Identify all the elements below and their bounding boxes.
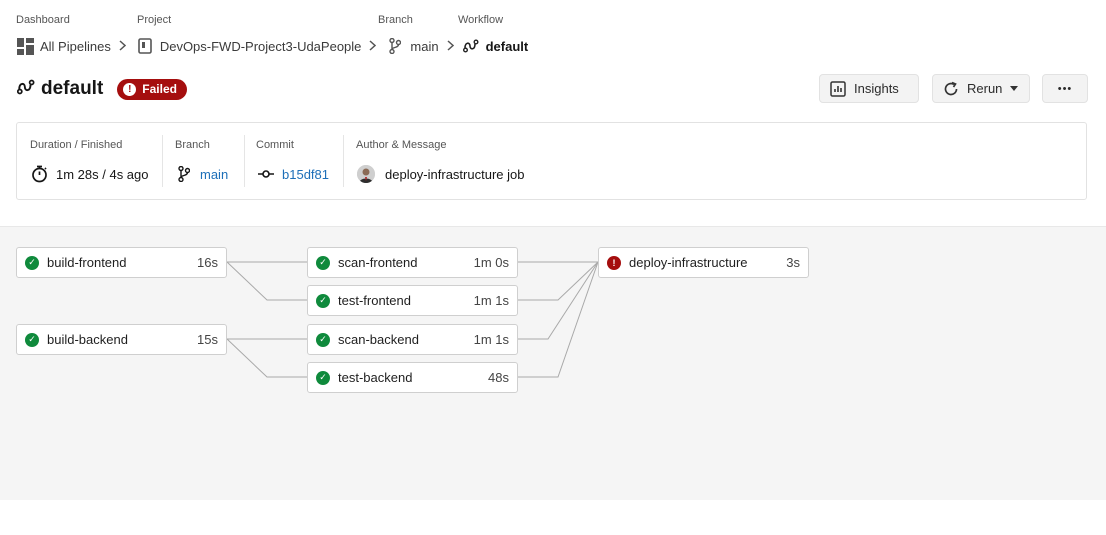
chevron-right-icon [119,38,126,54]
divider [343,135,344,187]
divider [244,135,245,187]
branch-icon [386,37,404,55]
commit-message: deploy-infrastructure job [385,166,525,182]
edge [518,261,599,378]
duration-value: 1m 28s / 4s ago [56,166,149,182]
commit-link[interactable]: b15df81 [282,167,329,182]
workflow-graph: ✓ build-frontend 16s ✓ scan-frontend 1m … [0,226,1106,500]
breadcrumb-workflow-current: default [485,38,529,54]
job-name: deploy-infrastructure [629,255,748,270]
job-duration: 3s [786,255,800,270]
alert-icon: ! [123,82,137,96]
commit-icon [258,169,274,179]
breadcrumb-branch-label: Branch [378,14,413,26]
author-value-row: deploy-infrastructure job [357,165,524,183]
job-duration: 15s [197,332,218,347]
insights-chart-icon [830,80,846,97]
workflow-icon [16,79,35,100]
commit-label: Commit [256,139,294,151]
job-name: scan-backend [338,332,419,347]
job-deploy-infrastructure[interactable]: ! deploy-infrastructure 3s [598,247,809,278]
insights-button[interactable]: Insights [819,74,919,103]
rerun-icon [943,81,959,97]
job-test-backend[interactable]: ✓ test-backend 48s [307,362,518,393]
branch-icon [178,166,190,182]
success-check-icon: ✓ [25,332,39,347]
edge [226,338,307,378]
success-check-icon: ✓ [316,293,330,308]
job-scan-backend[interactable]: ✓ scan-backend 1m 1s [307,324,518,355]
job-name: test-frontend [338,293,411,308]
more-options-button[interactable]: ••• [1042,74,1088,103]
job-name: build-frontend [47,255,127,270]
divider [162,135,163,187]
success-check-icon: ✓ [316,370,330,385]
breadcrumb-all-pipelines-link[interactable]: All Pipelines [40,39,111,54]
job-duration: 48s [488,370,509,385]
breadcrumb-dashboard-label: Dashboard [16,14,70,26]
job-test-frontend[interactable]: ✓ test-frontend 1m 1s [307,285,518,316]
job-duration: 16s [197,255,218,270]
job-name: build-backend [47,332,128,347]
job-duration: 1m 0s [473,255,509,270]
page-title: default [41,78,104,99]
success-check-icon: ✓ [25,255,39,270]
dashboard-grid-icon [16,37,34,55]
breadcrumb-project-label: Project [137,14,172,26]
author-label: Author & Message [356,139,447,151]
caret-down-icon [1010,86,1019,91]
job-scan-frontend[interactable]: ✓ scan-frontend 1m 0s [307,247,518,278]
workflow-info-card: Duration / Finished 1m 28s / 4s ago Bran… [16,122,1087,200]
more-dots-icon: ••• [1057,82,1073,95]
job-duration: 1m 1s [473,332,509,347]
job-name: scan-frontend [338,255,418,270]
avatar [357,165,375,183]
job-duration: 1m 1s [473,293,509,308]
branch-value-row: main [178,165,228,183]
job-build-frontend[interactable]: ✓ build-frontend 16s [16,247,227,278]
workflow-title-row: default ! Failed [16,76,187,102]
job-build-backend[interactable]: ✓ build-backend 15s [16,324,227,355]
project-icon [136,37,154,55]
success-check-icon: ✓ [316,255,330,270]
failed-alert-icon: ! [607,255,621,270]
breadcrumb-project-link[interactable]: DevOps-FWD-Project3-UdaPeople [160,39,362,54]
rerun-button[interactable]: Rerun [932,74,1030,103]
workflow-icon [462,37,480,55]
branch-link[interactable]: main [200,167,228,182]
success-check-icon: ✓ [316,332,330,347]
chevron-right-icon [447,38,454,54]
breadcrumb-workflow-label: Workflow [458,14,504,26]
commit-value-row: b15df81 [258,165,329,183]
duration-label: Duration / Finished [30,139,123,151]
breadcrumb-branch-link[interactable]: main [410,39,438,54]
breadcrumb: All Pipelines DevOps-FWD-Project3-UdaPeo… [16,36,528,56]
insights-button-label: Insights [854,81,899,96]
rerun-button-label: Rerun [967,81,1003,96]
stopwatch-icon [31,165,48,183]
status-badge: ! Failed [117,78,187,100]
branch-label: Branch [175,139,210,151]
status-badge-label: Failed [142,82,177,96]
edge [226,261,307,301]
job-name: test-backend [338,370,413,385]
duration-value-row: 1m 28s / 4s ago [31,165,149,183]
chevron-right-icon [369,38,377,54]
